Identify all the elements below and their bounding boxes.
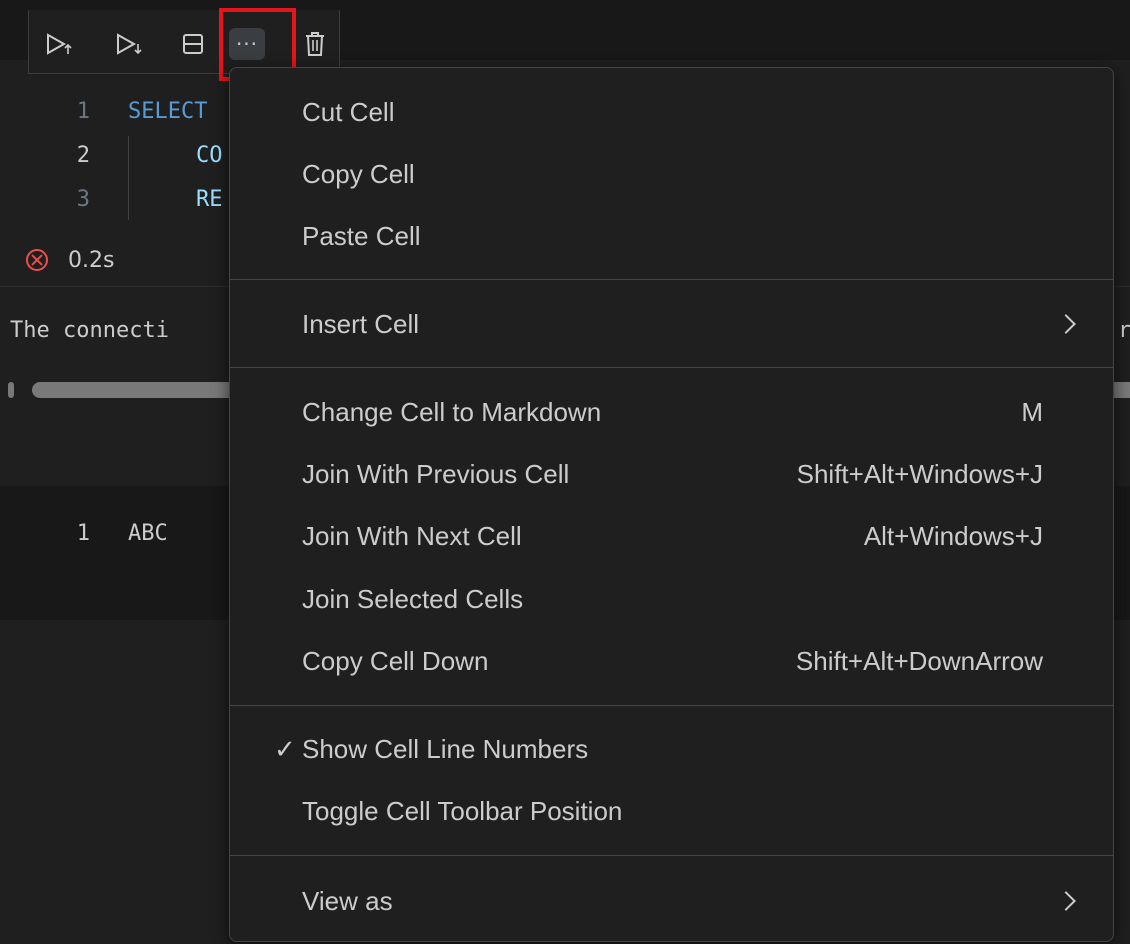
execution-duration: 0.2s [68, 247, 115, 273]
row-number: 1 [76, 521, 90, 546]
row-value: ABC [128, 521, 168, 546]
check-icon: ✓ [274, 733, 296, 764]
code-text: RE [196, 187, 223, 212]
menu-item-label: Toggle Cell Toolbar Position [302, 795, 623, 826]
menu-item-cut-cell[interactable]: Cut Cell [236, 84, 1107, 140]
output-text: The connecti [10, 318, 169, 343]
menu-item-show-line-numbers[interactable]: ✓ Show Cell Line Numbers [236, 721, 1107, 777]
more-actions-button[interactable]: ··· [229, 28, 265, 60]
menu-item-label: Join With Next Cell [302, 520, 522, 551]
menu-item-label: Paste Cell [302, 220, 421, 251]
menu-item-label: Show Cell Line Numbers [302, 733, 589, 764]
code-text: CO [196, 143, 223, 168]
menu-item-insert-cell[interactable]: Insert Cell [236, 296, 1107, 352]
menu-item-paste-cell[interactable]: Paste Cell [236, 208, 1107, 264]
menu-item-change-to-markdown[interactable]: Change Cell to Markdown M [236, 384, 1107, 440]
menu-item-shortcut: Shift+Alt+Windows+J [796, 458, 1043, 489]
menu-item-label: Join With Previous Cell [302, 458, 570, 489]
menu-item-shortcut: Alt+Windows+J [863, 520, 1043, 551]
menu-item-label: Insert Cell [302, 308, 420, 339]
menu-item-join-previous[interactable]: Join With Previous Cell Shift+Alt+Window… [236, 446, 1107, 502]
menu-separator [230, 855, 1113, 856]
menu-item-shortcut: Shift+Alt+DownArrow [795, 645, 1043, 676]
run-above-icon [45, 32, 73, 56]
code-text: SELECT [128, 99, 208, 124]
menu-item-copy-cell-down[interactable]: Copy Cell Down Shift+Alt+DownArrow [236, 633, 1107, 689]
run-below-icon [115, 32, 143, 56]
indent-guide [128, 136, 129, 220]
menu-item-label: Copy Cell Down [302, 645, 489, 676]
menu-item-label: Change Cell to Markdown [302, 396, 602, 427]
menu-item-label: View as [302, 885, 393, 916]
ellipsis-icon: ··· [235, 32, 259, 56]
split-cell-icon [181, 32, 205, 56]
context-menu: Cut Cell Copy Cell Paste Cell Insert Cel… [229, 67, 1114, 942]
run-above-button[interactable] [41, 28, 77, 60]
chevron-right-icon [1056, 314, 1076, 334]
menu-separator [230, 279, 1113, 280]
line-number: 1 [76, 99, 90, 124]
chevron-right-icon [1056, 891, 1076, 911]
cell-toolbar: ··· [28, 10, 340, 74]
menu-separator [230, 705, 1113, 706]
menu-item-label: Join Selected Cells [302, 583, 524, 614]
output-text-overflow: r [1118, 318, 1130, 343]
line-number: 2 [76, 143, 90, 168]
menu-separator [230, 367, 1113, 368]
line-number: 3 [76, 187, 90, 212]
menu-item-toggle-toolbar-position[interactable]: Toggle Cell Toolbar Position [236, 783, 1107, 839]
run-below-button[interactable] [111, 28, 147, 60]
menu-item-join-next[interactable]: Join With Next Cell Alt+Windows+J [236, 508, 1107, 564]
menu-item-shortcut: M [1021, 396, 1043, 427]
menu-item-join-selected[interactable]: Join Selected Cells [236, 571, 1107, 627]
scrollbar-start [8, 382, 14, 398]
menu-item-label: Cut Cell [302, 96, 395, 127]
delete-cell-button[interactable] [297, 28, 333, 60]
split-cell-button[interactable] [175, 28, 211, 60]
cell-status: 0.2s [26, 242, 114, 278]
menu-item-label: Copy Cell [302, 158, 415, 189]
trash-icon [304, 31, 326, 57]
error-icon [26, 249, 48, 271]
menu-item-view-as[interactable]: View as [236, 873, 1107, 929]
menu-item-copy-cell[interactable]: Copy Cell [236, 146, 1107, 202]
